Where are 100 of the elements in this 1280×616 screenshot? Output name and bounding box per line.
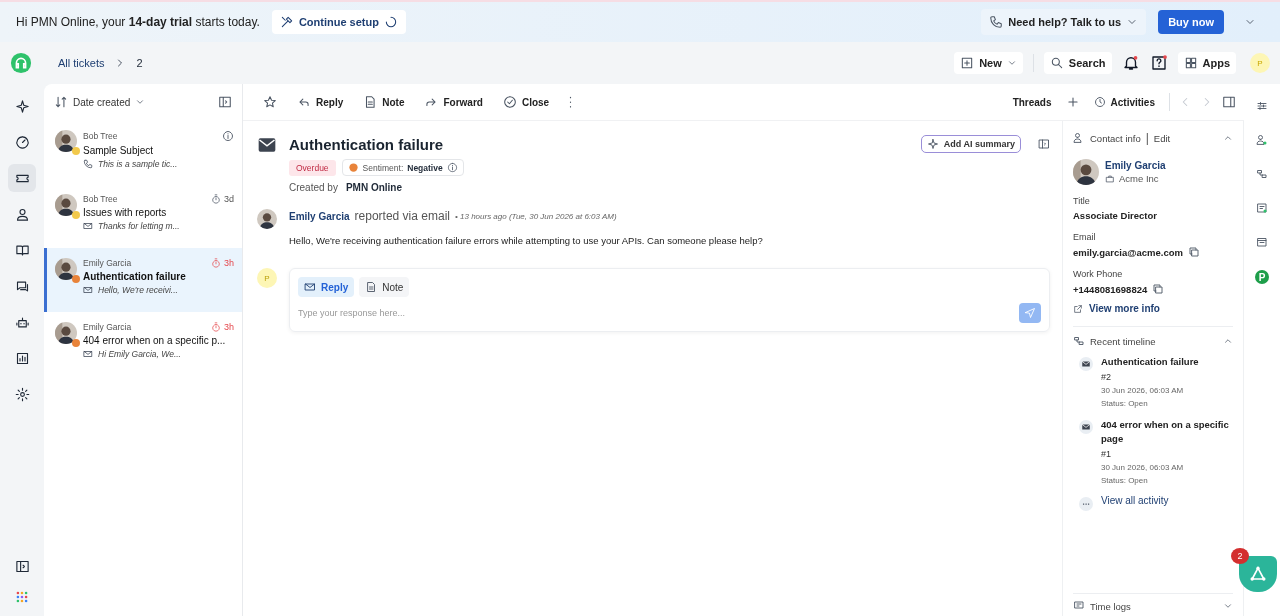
buy-now-button[interactable]: Buy now (1158, 10, 1224, 34)
ticket-list-item[interactable]: Emily Garcia 3h 404 error when on a specific p... Hi Emily Garcia, We... (44, 312, 242, 376)
apps-button[interactable]: Apps (1177, 52, 1236, 74)
calendar-icon[interactable] (1256, 236, 1268, 248)
add-ai-summary-button[interactable]: Add AI summary (920, 135, 1021, 153)
edit-link[interactable]: Edit (1153, 132, 1171, 144)
author-link[interactable]: Emily Garcia (289, 210, 350, 222)
sort-dropdown[interactable]: Date created (54, 95, 146, 109)
form-icon[interactable] (1256, 202, 1268, 214)
briefcase-icon (1105, 173, 1115, 184)
grid-icon (1183, 56, 1198, 70)
copy-icon[interactable] (1152, 283, 1165, 295)
sentiment-value: Negative (407, 162, 443, 173)
tools-icon (279, 15, 294, 29)
view-more-link[interactable]: View more info (1089, 303, 1160, 314)
timeline-title[interactable]: 404 error when on a specific page (1101, 418, 1233, 445)
help-icon[interactable] (1149, 54, 1168, 72)
side-panel-icon[interactable] (1038, 138, 1050, 150)
threads-tab[interactable]: Threads (1006, 92, 1058, 112)
sliders-icon[interactable] (1256, 100, 1268, 112)
activities-tab[interactable]: Activities (1087, 92, 1161, 112)
timeline-date: 30 Jun 2026, 06:03 AM (1101, 462, 1185, 472)
nav-item[interactable] (8, 164, 36, 192)
message-time: • 13 hours ago (Tue, 30 Jun 2026 at 6:03 AM) (455, 211, 617, 221)
note-icon (365, 281, 378, 293)
sparkle-icon (14, 98, 30, 114)
requester-name: Bob Tree (83, 131, 118, 141)
contact-icon (1073, 132, 1085, 144)
collapse-panel-icon[interactable] (218, 95, 232, 109)
due-time: 3h (211, 258, 234, 268)
section-heading: Time logs (1090, 600, 1131, 612)
toolbar-button[interactable]: Note (357, 91, 411, 113)
envelope-icon (257, 135, 277, 155)
plus-box-icon (960, 56, 975, 70)
book-icon (14, 242, 30, 258)
source-text: reported via email (354, 209, 450, 223)
expand-icon[interactable] (1223, 601, 1233, 611)
all-tickets-link[interactable]: All tickets (58, 57, 105, 69)
toolbar-button[interactable]: Reply (291, 91, 350, 113)
toolbar-button[interactable]: Forward (418, 91, 489, 113)
created-by-label: Created by (289, 182, 338, 193)
ticket-subject: Authentication failure (83, 271, 187, 282)
message-preview: Thanks for letting m... (98, 221, 180, 231)
ticket-title: Authentication failure (289, 135, 444, 153)
time-log-icon (1073, 600, 1085, 612)
section-heading: Recent timeline (1090, 335, 1156, 347)
search-button[interactable]: Search (1043, 52, 1112, 74)
more-icon (569, 96, 573, 108)
ticket-list-item[interactable]: Bob Tree 3d Issues with reports Thanks for letting m... (44, 184, 242, 248)
composer-tab[interactable]: Note (359, 277, 410, 297)
toolbar-button[interactable]: Close (496, 91, 556, 113)
spinner-icon (383, 15, 398, 29)
separator: | (1145, 131, 1149, 145)
ticket-number: #1 (1101, 448, 1112, 459)
reply-composer[interactable]: Reply Note Type your response here... (289, 268, 1050, 332)
field-value: emily.garcia@acme.com (1073, 246, 1183, 258)
sentiment-label: Sentiment: (362, 162, 404, 173)
timeline-title[interactable]: Authentication failure (1101, 355, 1233, 369)
chat-icon (14, 278, 30, 294)
side-panel-icon[interactable] (1222, 95, 1236, 109)
sentiment-icon (347, 162, 359, 173)
help-button[interactable]: Need help? Talk to us (981, 9, 1147, 35)
ticket-number: 2 (136, 57, 143, 69)
field-value: +1448081698824 (1073, 283, 1148, 295)
message-preview: This is a sample tic... (98, 159, 178, 169)
requester-name: Emily Garcia (83, 258, 132, 268)
envelope-icon (304, 281, 316, 293)
contact-icon[interactable] (1256, 134, 1268, 146)
user-avatar: P (257, 268, 277, 288)
gauge-icon (14, 134, 30, 150)
collapse-icon[interactable] (1223, 133, 1233, 143)
view-all-activity-link[interactable]: View all activity (1101, 494, 1169, 511)
phone-icon (989, 15, 1004, 29)
response-field[interactable]: Type your response here... (298, 304, 1014, 322)
trial-message: Hi PMN Online, your 14-day trial starts today. (16, 15, 260, 29)
requester-name: Bob Tree (83, 194, 118, 204)
collapse-icon[interactable] (1223, 336, 1233, 346)
copy-icon[interactable] (1187, 246, 1200, 258)
settings-icon (14, 386, 30, 402)
bell-icon[interactable] (1121, 54, 1140, 72)
section-heading: Contact info (1090, 132, 1141, 144)
requester-name: Emily Garcia (83, 322, 132, 332)
message-body: Hello, We're receiving authentication failure errors while attempting to use your APIs. Can someone please help? (289, 235, 764, 246)
triangle-nodes-icon (1248, 564, 1268, 584)
composer-tab[interactable]: Reply (298, 277, 355, 297)
timeline-icon (1073, 335, 1085, 347)
app-grid-icon[interactable] (15, 590, 29, 604)
message-preview: Hello, We're receivi... (98, 285, 178, 295)
more-icon (1079, 496, 1093, 511)
sort-icon (54, 95, 68, 109)
star-icon (263, 95, 277, 109)
expand-panel-icon[interactable] (14, 559, 30, 574)
continue-setup-button[interactable]: Continue setup (271, 10, 406, 34)
timeline-date: 30 Jun 2026, 06:03 AM (1101, 386, 1185, 396)
robot-icon (14, 314, 30, 330)
contact-name[interactable]: Emily Garcia (1105, 160, 1233, 171)
new-button[interactable]: New (954, 52, 1023, 74)
ticket-list-item[interactable]: Bob Tree Sample Subject This is a sample tic... (44, 120, 242, 184)
ticket-list-item[interactable]: Emily Garcia 3h Authentication failure Hello, We're receivi... (44, 248, 242, 312)
timeline-icon[interactable] (1256, 168, 1268, 180)
